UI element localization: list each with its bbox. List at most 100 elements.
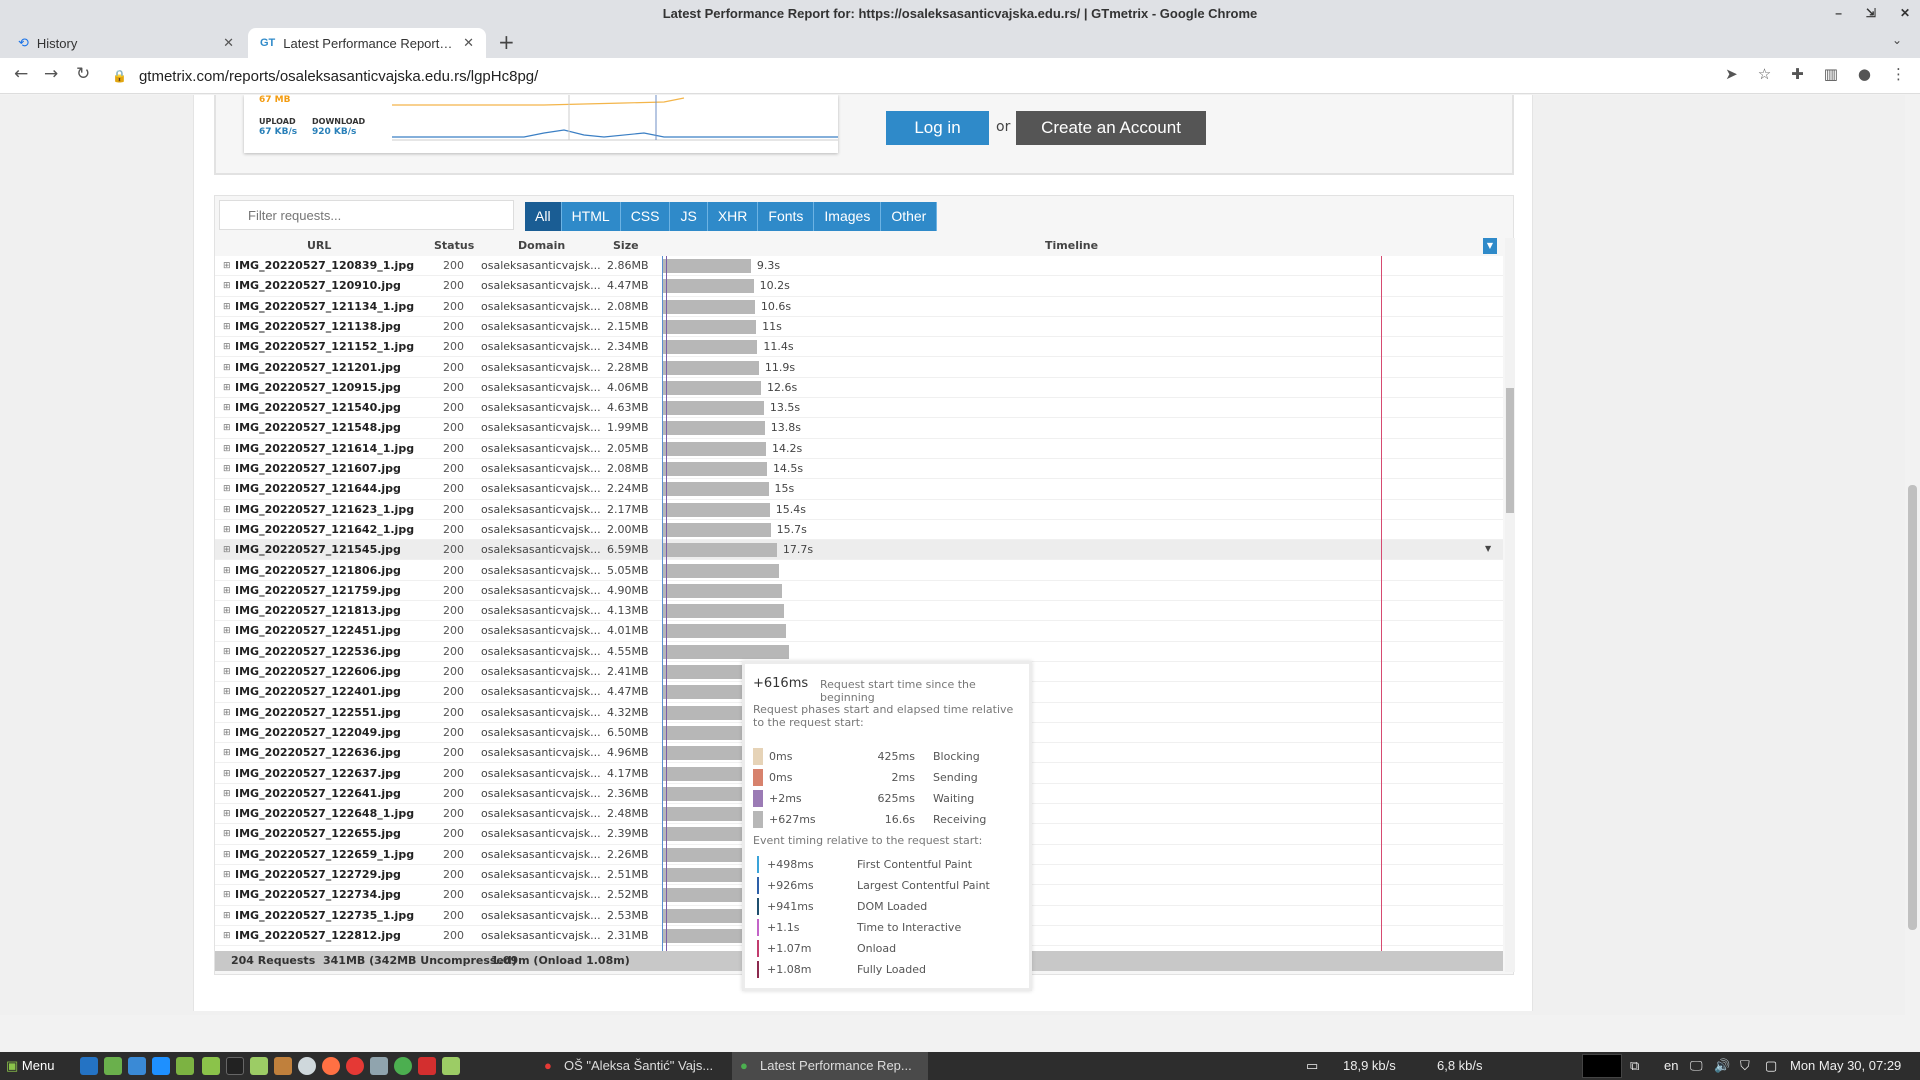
app-tray-icon[interactable]: ⧉ [1630, 1058, 1639, 1074]
col-status[interactable]: Status [434, 236, 474, 256]
timeline-bar[interactable] [662, 563, 780, 578]
expand-icon[interactable]: ⊞ [223, 829, 231, 839]
timeline-bar[interactable] [662, 319, 757, 334]
table-row[interactable]: ⊞ IMG_20220527_120839_1.jpg 200 osaleksasan… [215, 256, 1503, 277]
table-row[interactable]: ⊞ IMG_20220527_121138.jpg 200 osaleksasanti… [215, 317, 1503, 338]
expand-icon[interactable]: ⊞ [223, 464, 231, 474]
table-row[interactable]: ⊞ IMG_20220527_121642_1.jpg 200 osaleksasan… [215, 520, 1503, 541]
table-row[interactable]: ⊞ IMG_20220527_122536.jpg 200 osaleksasanti… [215, 642, 1503, 662]
col-timeline[interactable]: Timeline [1045, 236, 1098, 256]
table-row[interactable]: ⊞ IMG_20220527_121806.jpg 200 osaleksasanti… [215, 561, 1503, 581]
expand-icon[interactable]: ⊞ [223, 769, 231, 779]
expand-icon[interactable]: ⊞ [223, 586, 231, 596]
expand-icon[interactable]: ⊞ [223, 505, 231, 515]
timeline-bar[interactable] [662, 401, 764, 416]
filter-tab-fonts[interactable]: Fonts [758, 202, 815, 231]
skype-icon[interactable] [152, 1057, 170, 1075]
taskbar-window-opera[interactable]: ● OŠ "Aleksa Šantić" Vajs... [536, 1052, 732, 1080]
shield-icon[interactable]: ⛉ [1740, 1058, 1750, 1074]
expand-icon[interactable]: ⊞ [223, 687, 231, 697]
reload-icon[interactable]: ↻ [76, 64, 90, 84]
table-row[interactable]: ⊞ IMG_20220527_122451.jpg 200 osaleksasanti… [215, 621, 1503, 642]
timeline-bar[interactable] [662, 604, 784, 619]
timeline-bar[interactable] [662, 299, 755, 314]
menu-kebab-icon[interactable]: ⋮ [1891, 65, 1906, 83]
filter-tab-html[interactable]: HTML [561, 202, 621, 231]
volume-icon[interactable]: 🔊 [1714, 1058, 1730, 1074]
taskbar-window-chrome[interactable]: ● Latest Performance Rep... [732, 1052, 928, 1080]
expand-icon[interactable]: ⊞ [223, 525, 231, 535]
app-green-icon[interactable] [442, 1057, 460, 1075]
table-row[interactable]: ⊞ IMG_20220527_120910.jpg 200 osaleksasanti… [215, 276, 1503, 297]
chrome-launcher-icon[interactable] [394, 1057, 412, 1075]
page-scroll-thumb[interactable] [1908, 485, 1917, 930]
expand-icon[interactable]: ⊞ [223, 870, 231, 880]
filter-tab-all[interactable]: All [525, 202, 562, 231]
table-row[interactable]: ⊞ IMG_20220527_120915.jpg 200 osaleksasanti… [215, 378, 1503, 399]
files-icon[interactable] [202, 1057, 220, 1075]
timeline-bar[interactable] [662, 644, 789, 659]
filter-tab-css[interactable]: CSS [620, 202, 671, 231]
calc-icon[interactable] [250, 1057, 268, 1075]
login-button[interactable]: Log in [886, 111, 989, 145]
close-tab-icon[interactable]: ✕ [223, 35, 234, 51]
sheets-icon[interactable] [176, 1057, 194, 1075]
expand-icon[interactable]: ⊞ [223, 789, 231, 799]
col-size[interactable]: Size [613, 236, 639, 256]
expand-icon[interactable]: ⊞ [223, 281, 231, 291]
app-round-icon[interactable] [298, 1057, 316, 1075]
filter-tab-other[interactable]: Other [881, 202, 938, 231]
table-row[interactable]: ⊞ IMG_20220527_121540.jpg 200 osaleksasanti… [215, 398, 1503, 419]
close-tab-icon[interactable]: ✕ [463, 35, 474, 51]
expand-icon[interactable]: ⊞ [223, 606, 231, 616]
expand-icon[interactable]: ⊞ [223, 363, 231, 373]
table-row[interactable]: ⊞ IMG_20220527_121813.jpg 200 osaleksasanti… [215, 601, 1503, 622]
timeline-bar[interactable] [662, 522, 771, 537]
expand-icon[interactable]: ⊞ [223, 302, 231, 312]
filter-tab-js[interactable]: JS [670, 202, 708, 231]
app-gray-icon[interactable] [370, 1057, 388, 1075]
timeline-bar[interactable] [662, 259, 751, 273]
expand-icon[interactable]: ⊞ [223, 322, 231, 332]
expand-icon[interactable]: ⊞ [223, 383, 231, 393]
bookmark-star-icon[interactable]: ☆ [1758, 65, 1771, 83]
opera-launcher-icon[interactable] [346, 1057, 364, 1075]
timeline-dropdown-icon[interactable]: ▼ [1483, 238, 1497, 254]
vscode-icon[interactable] [80, 1057, 98, 1075]
waterfall-scrollbar[interactable] [1505, 238, 1515, 972]
page-scrollbar[interactable] [1905, 95, 1920, 1015]
forward-icon[interactable]: → [44, 64, 58, 84]
filter-tab-xhr[interactable]: XHR [707, 202, 759, 231]
side-panel-icon[interactable]: ▥ [1824, 65, 1838, 83]
table-row[interactable]: ⊞ IMG_20220527_121134_1.jpg 200 osaleksasan… [215, 297, 1503, 317]
expand-icon[interactable]: ⊞ [223, 403, 231, 413]
new-tab-icon[interactable]: + [498, 30, 515, 54]
close-window-button[interactable]: ✕ [1900, 0, 1910, 28]
table-row[interactable]: ⊞ IMG_20220527_121545.jpg 200 osaleksasanti… [215, 540, 1503, 561]
send-icon[interactable]: ➤ [1725, 65, 1738, 83]
minimize-button[interactable]: – [1835, 0, 1842, 28]
terminal-green-icon[interactable] [104, 1057, 122, 1075]
table-row[interactable]: ⊞ IMG_20220527_121548.jpg 200 osaleksasanti… [215, 418, 1503, 439]
start-menu-button[interactable]: ▣ Menu [6, 1058, 54, 1074]
back-icon[interactable]: ← [14, 64, 28, 84]
window-tray-icon[interactable]: ▢ [1765, 1058, 1777, 1074]
table-row[interactable]: ⊞ IMG_20220527_121759.jpg 200 osaleksasanti… [215, 581, 1503, 602]
table-row[interactable]: ⊞ IMG_20220527_121152_1.jpg 200 osaleksasan… [215, 337, 1503, 358]
expand-icon[interactable]: ⊞ [223, 423, 231, 433]
table-row[interactable]: ⊞ IMG_20220527_121623_1.jpg 200 osaleksasan… [215, 500, 1503, 520]
col-domain[interactable]: Domain [518, 236, 565, 256]
writer-icon[interactable] [128, 1057, 146, 1075]
display-icon[interactable]: 🖵 [1690, 1058, 1703, 1074]
tab-history[interactable]: ⟲ History ✕ [6, 28, 246, 58]
timeline-bar[interactable] [662, 421, 765, 436]
restore-button[interactable]: ⇲ [1866, 0, 1876, 28]
expand-icon[interactable]: ⊞ [223, 626, 231, 636]
notification-icon[interactable]: ▭ [1306, 1058, 1318, 1074]
expand-icon[interactable]: ⊞ [223, 484, 231, 494]
firefox-icon[interactable] [322, 1057, 340, 1075]
expand-icon[interactable]: ⊞ [223, 728, 231, 738]
vivaldi-icon[interactable] [418, 1057, 436, 1075]
tab-gtmetrix[interactable]: GT Latest Performance Report for: https:… [248, 28, 486, 58]
expand-icon[interactable]: ⊞ [223, 545, 231, 555]
